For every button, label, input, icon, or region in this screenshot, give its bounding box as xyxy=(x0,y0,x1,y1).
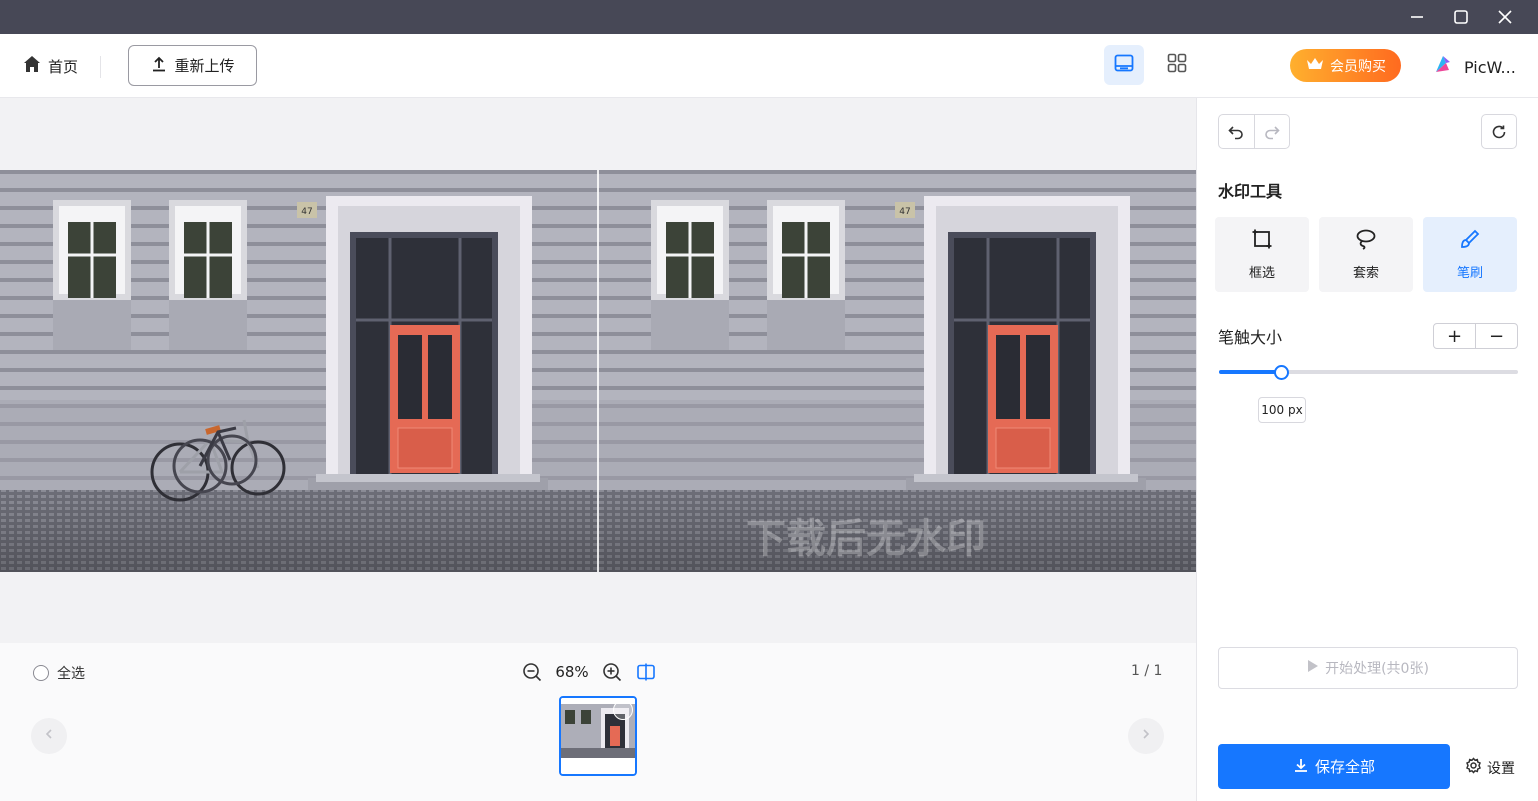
chevron-right-icon xyxy=(1140,728,1152,744)
brush-icon xyxy=(1459,228,1481,254)
decrease-brush-button[interactable]: − xyxy=(1475,324,1517,348)
save-all-button[interactable]: 保存全部 xyxy=(1218,744,1450,789)
single-view-button[interactable] xyxy=(1104,45,1144,85)
brush-size-label: 笔触大小 xyxy=(1218,328,1283,347)
reupload-button[interactable]: 重新上传 xyxy=(128,45,257,86)
zoom-level: 68% xyxy=(555,663,589,681)
building-window xyxy=(53,200,131,350)
brand-menu[interactable]: PicW... xyxy=(1432,54,1516,80)
processed-image[interactable]: 47 下载后无水印 xyxy=(598,170,1196,572)
select-all-checkbox[interactable]: 全选 xyxy=(33,663,85,683)
lasso-icon xyxy=(1355,228,1377,254)
compare-view-icon[interactable] xyxy=(634,660,658,684)
reset-icon[interactable] xyxy=(1481,114,1517,149)
title-bar xyxy=(0,0,1538,34)
red-door xyxy=(390,325,460,473)
tool-label: 笔刷 xyxy=(1456,266,1483,281)
compare-divider[interactable] xyxy=(597,170,599,572)
brush-size-stepper: + − xyxy=(1433,323,1518,349)
brush-size-tooltip: 100 px xyxy=(1258,397,1306,423)
tool-rectangle-select[interactable]: 框选 xyxy=(1215,217,1309,292)
watermark-tool-panel: 水印工具 框选 套索 笔刷 笔触大小 + − 100 px 开始处理(共0张) xyxy=(1196,98,1538,801)
thumbnail-strip: 全选 68% 1 / 1 xyxy=(0,643,1196,801)
brand-name: PicW... xyxy=(1464,57,1516,77)
start-processing-label: 开始处理(共0张) xyxy=(1325,661,1429,677)
home-button[interactable]: 首页 xyxy=(22,54,78,78)
reupload-label: 重新上传 xyxy=(174,57,235,75)
tool-label: 套索 xyxy=(1352,266,1379,281)
building-window xyxy=(169,200,247,350)
tool-lasso[interactable]: 套索 xyxy=(1319,217,1413,292)
download-icon xyxy=(1293,757,1309,777)
undo-icon[interactable] xyxy=(1219,115,1254,148)
original-image[interactable]: 47 xyxy=(0,170,598,572)
save-all-label: 保存全部 xyxy=(1314,758,1375,776)
home-icon xyxy=(22,54,42,78)
play-icon xyxy=(1307,659,1319,677)
building-window xyxy=(651,200,729,350)
minimize-icon[interactable] xyxy=(1395,0,1439,34)
zoom-in-icon[interactable] xyxy=(600,660,624,684)
thumbnail-select-checkbox[interactable] xyxy=(613,700,633,720)
image-canvas[interactable]: 47 47 下载后无水印 xyxy=(0,98,1196,643)
close-icon[interactable] xyxy=(1483,0,1527,34)
page-indicator: 1 / 1 xyxy=(1131,663,1163,679)
grid-view-icon xyxy=(1166,52,1188,78)
brush-size-slider-handle[interactable] xyxy=(1274,365,1290,380)
member-label: 会员购买 xyxy=(1330,58,1386,75)
redo-icon[interactable] xyxy=(1253,115,1290,148)
house-number: 47 xyxy=(301,207,312,217)
history-controls xyxy=(1218,114,1290,149)
building-window xyxy=(767,200,845,350)
upload-icon xyxy=(150,55,168,77)
image-thumbnail[interactable] xyxy=(559,696,637,776)
home-label: 首页 xyxy=(48,57,79,76)
rectangle-select-icon xyxy=(1251,228,1273,254)
brand-logo-icon xyxy=(1432,54,1454,80)
toolbar: 首页 重新上传 会员购买 PicW... xyxy=(0,34,1538,98)
crown-icon xyxy=(1305,56,1325,76)
tool-brush[interactable]: 笔刷 xyxy=(1423,217,1517,292)
chevron-left-icon xyxy=(43,728,55,744)
member-purchase-button[interactable]: 会员购买 xyxy=(1290,49,1401,82)
brush-size-slider-fill xyxy=(1219,370,1282,374)
toolbar-divider xyxy=(100,56,101,78)
gear-icon xyxy=(1465,757,1482,778)
watermark-text: 下载后无水印 xyxy=(746,516,986,562)
zoom-out-icon[interactable] xyxy=(520,660,544,684)
select-all-label: 全选 xyxy=(57,666,85,682)
select-all-radio[interactable] xyxy=(33,665,49,681)
maximize-icon[interactable] xyxy=(1439,0,1483,34)
start-processing-button[interactable]: 开始处理(共0张) xyxy=(1218,647,1518,689)
prev-page-button[interactable] xyxy=(31,718,67,754)
settings-label: 设置 xyxy=(1487,760,1515,777)
zoom-controls: 68% xyxy=(520,659,658,685)
red-door xyxy=(988,325,1058,473)
settings-button[interactable]: 设置 xyxy=(1465,757,1515,778)
house-number: 47 xyxy=(899,207,910,217)
next-page-button[interactable] xyxy=(1128,718,1164,754)
tool-label: 框选 xyxy=(1248,266,1275,281)
grid-view-button[interactable] xyxy=(1157,45,1197,85)
panel-title: 水印工具 xyxy=(1218,182,1283,201)
single-view-icon xyxy=(1113,52,1135,78)
increase-brush-button[interactable]: + xyxy=(1434,324,1475,348)
